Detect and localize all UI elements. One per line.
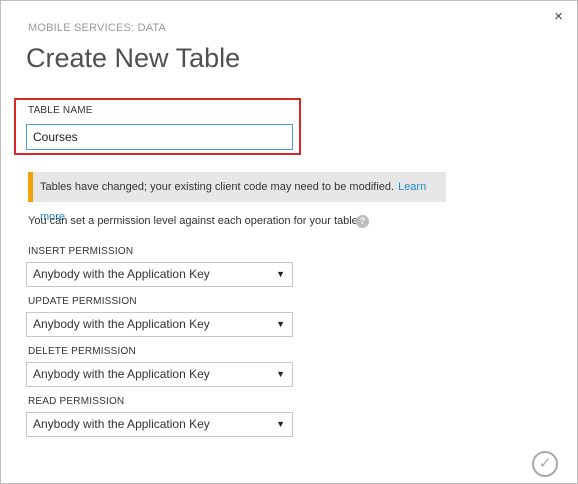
dialog-title: Create New Table <box>26 43 241 73</box>
chevron-down-icon: ▼ <box>276 369 285 379</box>
insert-permission-label: INSERT PERMISSION <box>28 246 134 257</box>
dialog-subtitle: MOBILE SERVICES: DATA <box>28 22 167 34</box>
chevron-down-icon: ▼ <box>276 269 285 279</box>
table-name-label: TABLE NAME <box>28 105 93 116</box>
update-permission-value: Anybody with the Application Key <box>33 317 210 331</box>
insert-permission-select[interactable]: Anybody with the Application Key ▼ <box>26 262 293 287</box>
read-permission-label: READ PERMISSION <box>28 396 125 407</box>
checkmark-icon: ✓ <box>538 455 552 472</box>
chevron-down-icon: ▼ <box>276 319 285 329</box>
close-icon[interactable]: × <box>554 9 563 25</box>
create-table-dialog: × MOBILE SERVICES: DATA Create New Table… <box>0 0 578 484</box>
table-name-input[interactable] <box>26 124 293 150</box>
update-permission-label: UPDATE PERMISSION <box>28 296 137 307</box>
delete-permission-label: DELETE PERMISSION <box>28 346 136 357</box>
warning-banner: Tables have changed; your existing clien… <box>28 172 446 223</box>
ok-checkmark-button[interactable]: ✓ <box>532 451 558 477</box>
help-icon[interactable]: ? <box>356 215 369 228</box>
warning-text: Tables have changed; your existing clien… <box>40 181 395 193</box>
delete-permission-value: Anybody with the Application Key <box>33 367 210 381</box>
chevron-down-icon: ▼ <box>276 419 285 429</box>
delete-permission-select[interactable]: Anybody with the Application Key ▼ <box>26 362 293 387</box>
permission-intro: You can set a permission level against e… <box>28 215 361 227</box>
update-permission-select[interactable]: Anybody with the Application Key ▼ <box>26 312 293 337</box>
insert-permission-value: Anybody with the Application Key <box>33 267 210 281</box>
read-permission-value: Anybody with the Application Key <box>33 417 210 431</box>
read-permission-select[interactable]: Anybody with the Application Key ▼ <box>26 412 293 437</box>
